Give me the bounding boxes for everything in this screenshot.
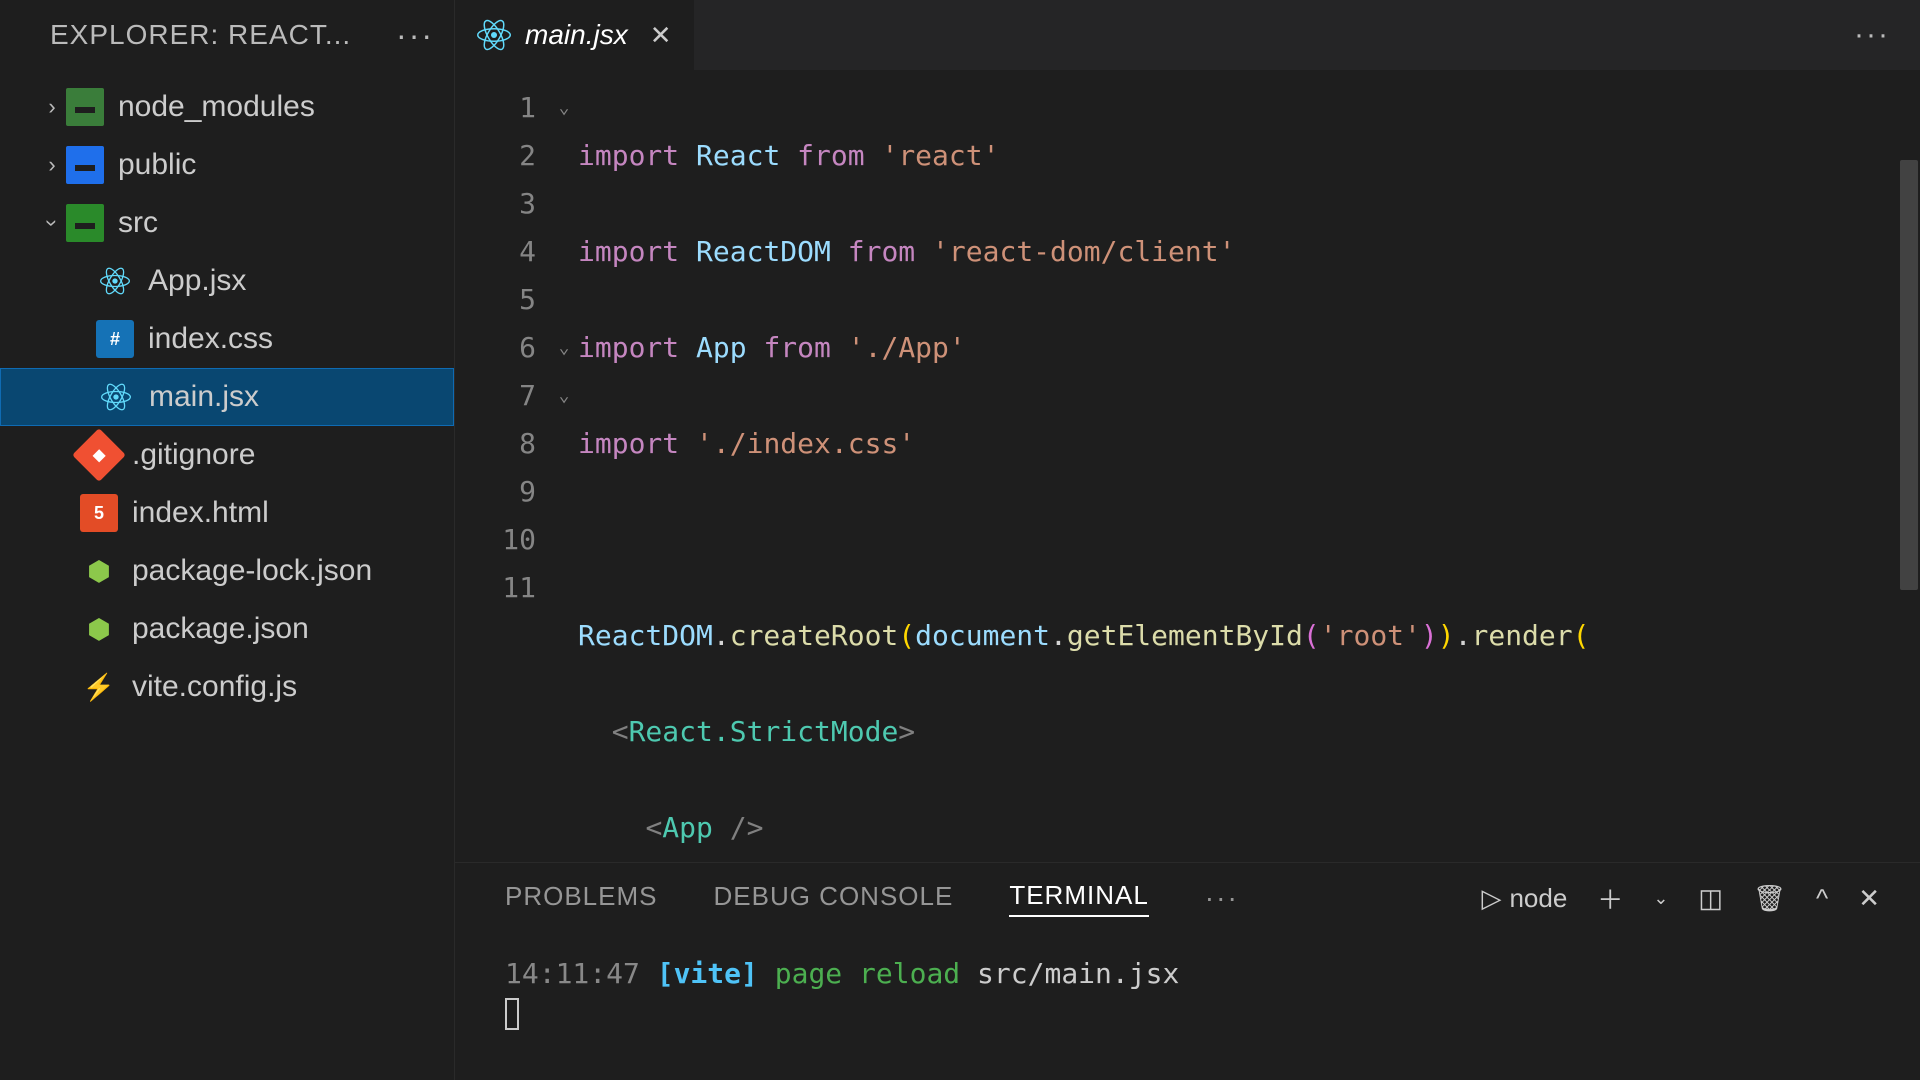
tree-label: node_modules — [118, 90, 315, 124]
tree-file-package-json[interactable]: ⬢ package.json — [0, 600, 454, 658]
close-panel-icon[interactable]: ✕ — [1858, 883, 1880, 914]
terminal-cursor — [505, 998, 519, 1030]
tree-file-main-jsx[interactable]: main.jsx — [0, 368, 454, 426]
fold-gutter: ⌄ ⌄ ⌄ — [550, 84, 578, 862]
tree-label: package-lock.json — [132, 554, 372, 588]
tab-terminal[interactable]: TERMINAL — [1009, 880, 1148, 917]
tab-problems[interactable]: PROBLEMS — [505, 881, 658, 916]
vite-icon: ⚡ — [80, 668, 118, 706]
editor-more-icon[interactable]: ··· — [1854, 18, 1920, 52]
main-area: main.jsx ✕ ··· 1 2 3 4 5 6 7 8 9 10 11 ⌄… — [455, 0, 1920, 1080]
tree-label: App.jsx — [148, 264, 246, 298]
css-icon: # — [96, 320, 134, 358]
node-icon: ⬢ — [80, 552, 118, 590]
fold-icon[interactable]: ⌄ — [550, 324, 578, 372]
explorer-header: EXPLORER: REACT... ··· — [0, 0, 454, 70]
fold-icon[interactable]: ⌄ — [550, 372, 578, 420]
terminal-line: 14:11:47 [vite] page reload src/main.jsx — [505, 957, 1870, 990]
terminal-icon: ▷ — [1481, 883, 1501, 914]
tree-file-gitignore[interactable]: ◆ .gitignore — [0, 426, 454, 484]
code-editor[interactable]: 1 2 3 4 5 6 7 8 9 10 11 ⌄ ⌄ ⌄ import Rea… — [455, 70, 1920, 862]
tree-file-vite-config[interactable]: ⚡ vite.config.js — [0, 658, 454, 716]
panel-more-icon[interactable]: ··· — [1205, 882, 1239, 914]
editor-tabbar: main.jsx ✕ ··· — [455, 0, 1920, 70]
close-icon[interactable]: ✕ — [650, 20, 672, 51]
react-icon — [97, 378, 135, 416]
editor-scrollbar[interactable] — [1900, 160, 1918, 590]
new-terminal-button[interactable]: ＋ — [1597, 880, 1623, 917]
split-terminal-icon[interactable]: ◫ — [1698, 883, 1723, 914]
explorer-sidebar: EXPLORER: REACT... ··· › ▬ node_modules … — [0, 0, 455, 1080]
bottom-panel: PROBLEMS DEBUG CONSOLE TERMINAL ··· ▷ no… — [455, 862, 1920, 1080]
chevron-right-icon: › — [38, 152, 66, 178]
panel-tabbar: PROBLEMS DEBUG CONSOLE TERMINAL ··· ▷ no… — [455, 863, 1920, 933]
tree-folder-src[interactable]: › ▬ src — [0, 194, 454, 252]
tree-file-app-jsx[interactable]: App.jsx — [0, 252, 454, 310]
tree-folder-node-modules[interactable]: › ▬ node_modules — [0, 78, 454, 136]
tree-label: main.jsx — [149, 380, 259, 414]
tree-file-index-html[interactable]: 5 index.html — [0, 484, 454, 542]
tab-debug-console[interactable]: DEBUG CONSOLE — [714, 881, 954, 916]
explorer-title: EXPLORER: REACT... — [50, 19, 351, 51]
code-content[interactable]: import React from 'react' import ReactDO… — [578, 84, 1920, 862]
maximize-panel-icon[interactable]: ^ — [1816, 883, 1828, 914]
tree-folder-public[interactable]: › ▬ public — [0, 136, 454, 194]
tree-file-package-lock[interactable]: ⬢ package-lock.json — [0, 542, 454, 600]
tab-filename: main.jsx — [525, 19, 628, 51]
line-numbers: 1 2 3 4 5 6 7 8 9 10 11 — [455, 84, 550, 862]
tree-label: public — [118, 148, 196, 182]
tree-label: src — [118, 206, 158, 240]
git-icon: ◆ — [72, 428, 126, 482]
explorer-more-icon[interactable]: ··· — [396, 17, 434, 54]
chevron-down-icon: › — [39, 209, 65, 237]
folder-icon: ▬ — [66, 146, 104, 184]
react-icon — [96, 262, 134, 300]
terminal-shell-select[interactable]: ▷ node — [1481, 883, 1567, 914]
terminal-output[interactable]: 14:11:47 [vite] page reload src/main.jsx — [455, 933, 1920, 1080]
tree-label: vite.config.js — [132, 670, 297, 704]
tree-label: package.json — [132, 612, 309, 646]
node-icon: ⬢ — [80, 610, 118, 648]
html-icon: 5 — [80, 494, 118, 532]
editor-tab-main-jsx[interactable]: main.jsx ✕ — [455, 0, 694, 70]
folder-icon: ▬ — [66, 204, 104, 242]
shell-label: node — [1509, 883, 1567, 914]
tree-label: index.html — [132, 496, 269, 530]
tree-label: index.css — [148, 322, 273, 356]
react-icon — [477, 18, 511, 52]
panel-actions: ▷ node ＋ ⌄ ◫ 🗑 ^ ✕ — [1481, 880, 1880, 917]
fold-icon[interactable]: ⌄ — [550, 84, 578, 132]
kill-terminal-icon[interactable]: 🗑 — [1753, 883, 1786, 914]
folder-icon: ▬ — [66, 88, 104, 126]
chevron-right-icon: › — [38, 94, 66, 120]
tree-file-index-css[interactable]: # index.css — [0, 310, 454, 368]
terminal-dropdown-icon[interactable]: ⌄ — [1653, 888, 1668, 909]
file-tree: › ▬ node_modules › ▬ public › ▬ src App.… — [0, 70, 454, 1080]
tree-label: .gitignore — [132, 438, 255, 472]
